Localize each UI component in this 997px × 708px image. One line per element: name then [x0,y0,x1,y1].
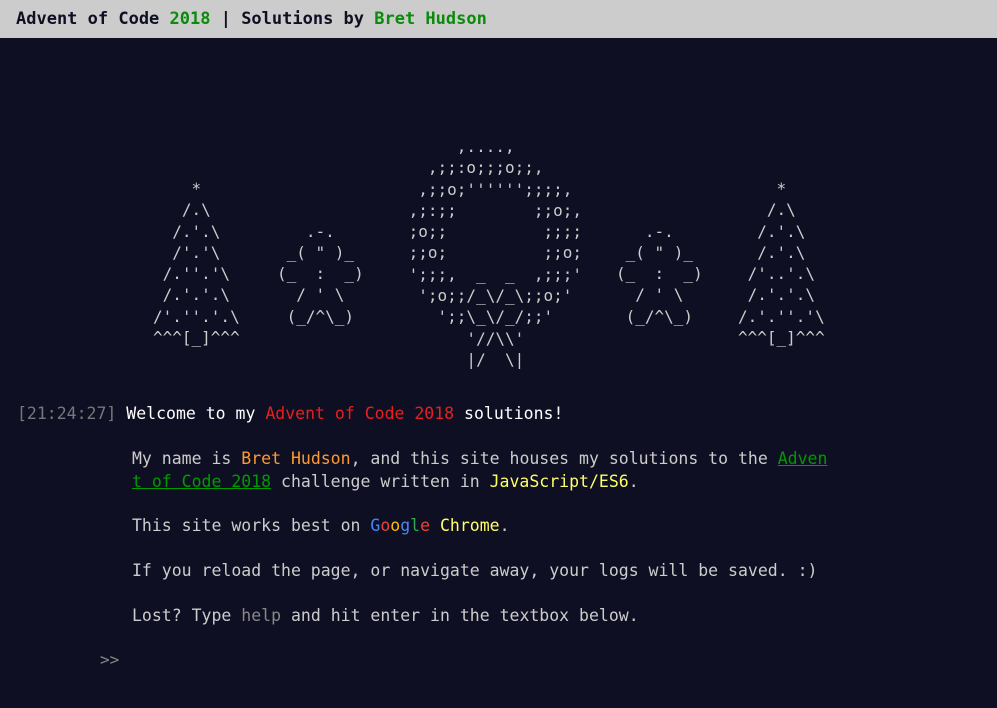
log-reload-note: If you reload the page, or navigate away… [132,561,818,580]
help-text: Lost? Type [132,606,242,625]
log-browser-note: This site works best on Google Chrome. [132,514,510,537]
header-year: 2018 [169,9,211,29]
language-label: JavaScript/ES6 [489,472,629,491]
google-letter: l [410,516,421,535]
welcome-text-end: solutions! [454,404,564,423]
prompt-symbol: >> [100,650,120,669]
intro-text: My name is [132,449,242,468]
google-letter: e [420,516,431,535]
log-intro-line1: My name is Bret Hudson, and this site ho… [132,447,827,470]
welcome-highlight: Advent of Code 2018 [265,404,455,423]
intro-after-link: challenge written in [271,472,490,491]
log-timestamp: [21:24:27] [17,404,117,423]
log-intro-line2: t of Code 2018 challenge written in Java… [132,470,639,493]
google-letter: o [380,516,391,535]
browser-space [430,516,440,535]
ascii-snowman-left: .-. _( " )_ (_ : _) / ' \ (_/^\_) [277,221,364,326]
log-help-note: Lost? Type help and hit enter in the tex… [132,604,639,627]
google-letter: G [370,516,381,535]
browser-text: This site works best on [132,516,371,535]
aoc-link-part1[interactable]: Adven [778,449,828,468]
aoc-link-part2[interactable]: t of Code 2018 [132,472,271,491]
help-command: help [241,606,282,625]
author-name: Bret Hudson [241,449,351,468]
help-text-end: and hit enter in the textbox below. [281,606,639,625]
header-author: Bret Hudson [374,9,487,29]
welcome-text: Welcome to my [126,404,266,423]
ascii-tree-left: * /.\ /.'.\ /'.'\ /.''.'\ /.'.'.\ /'.''.… [153,179,240,348]
ascii-snowman-right: .-. _( " )_ (_ : _) / ' \ (_/^\_) [616,221,703,326]
ascii-wreath: ,...., ,;;:o;;;o;;, ,;;o;'''''';;;;, ,;:… [408,137,583,369]
google-letter: o [390,516,401,535]
google-letter: g [400,516,411,535]
log-entry-welcome: [21:24:27] Welcome to my Advent of Code … [17,402,563,425]
header-prefix: Advent of Code [16,9,170,29]
ascii-tree-right: * /.\ /.'.\ /.'.\ /'..'.\ /.'.'.\ /.'.''… [738,179,825,348]
browser-end: . [499,516,510,535]
header-separator: | Solutions by [210,9,375,29]
command-input[interactable] [130,646,954,674]
intro-end: . [628,472,639,491]
page-header: Advent of Code 2018 | Solutions by Bret … [0,0,997,38]
intro-middle: , and this site houses my solutions to t… [350,449,778,468]
chrome-label: Chrome [439,516,500,535]
